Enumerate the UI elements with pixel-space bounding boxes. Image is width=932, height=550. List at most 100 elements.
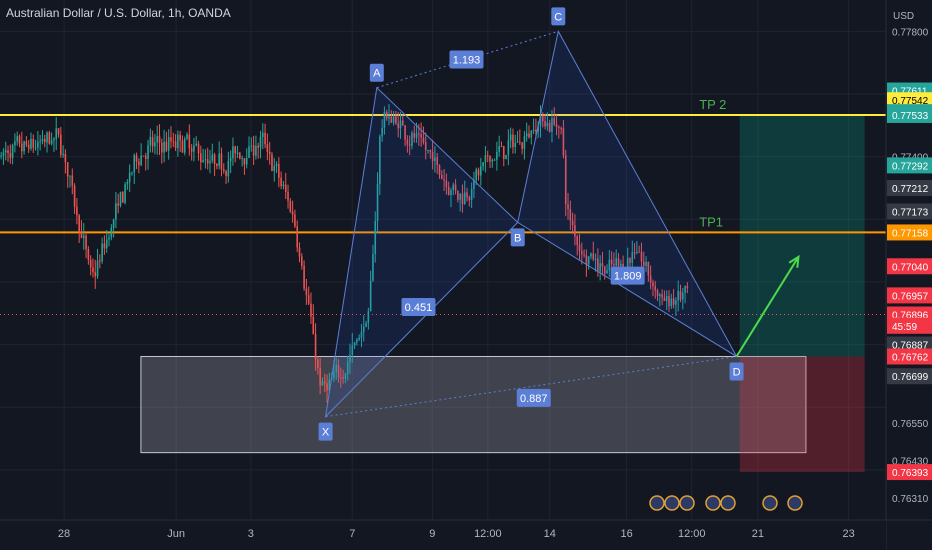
candle-body	[257, 145, 259, 148]
candle-body	[232, 146, 234, 159]
candle-body	[172, 141, 175, 143]
candle-body	[206, 159, 209, 164]
time-axis[interactable]: 28 Jun 3 7 9 12:00 14 16 12:00 21 23	[0, 519, 932, 550]
pattern-zones	[140, 114, 865, 473]
candle-body	[7, 150, 9, 154]
candle-body	[502, 146, 505, 159]
candle-body	[259, 136, 262, 148]
time-tick-label: 9	[429, 528, 435, 540]
time-tick-label: 16	[620, 528, 632, 540]
price-label-text: 0.76957	[892, 291, 929, 302]
time-tick-label: 12:00	[678, 528, 706, 540]
candle-body	[480, 166, 482, 176]
time-tick-label: 28	[58, 528, 70, 540]
candle-body	[18, 136, 21, 144]
price-label-text: 45:59	[892, 322, 917, 333]
chart-title: Australian Dollar / U.S. Dollar, 1h, OAN…	[6, 6, 231, 20]
candle-body	[80, 231, 83, 238]
candle-body	[234, 146, 237, 154]
candle-body	[314, 334, 317, 360]
price-label-text: 0.77533	[892, 111, 929, 122]
candle-body	[160, 142, 163, 153]
candle-body	[264, 132, 266, 145]
candle-body	[30, 138, 32, 149]
candle-body	[144, 155, 147, 159]
candle-body	[55, 128, 58, 139]
candle-body	[282, 184, 285, 187]
candle-body	[236, 152, 239, 154]
price-label-text: 0.77212	[892, 184, 929, 195]
candle-body	[149, 136, 152, 146]
currency-label: USD	[893, 11, 915, 22]
level-label: TP 2	[699, 97, 726, 112]
candle-body	[34, 147, 37, 149]
candle-body	[94, 272, 97, 277]
candle-body	[46, 132, 48, 143]
candle-body	[287, 191, 289, 201]
candle-body	[76, 206, 78, 216]
candle-body	[57, 128, 60, 135]
candle-body	[271, 154, 273, 171]
pattern-point-label: B	[514, 232, 521, 244]
candle-body	[48, 132, 51, 144]
candle-body	[300, 256, 303, 266]
candle-body	[525, 133, 528, 137]
candle-body	[193, 145, 195, 152]
candle-body	[188, 134, 191, 149]
candle-body	[266, 144, 269, 152]
price-tick-label: 0.77800	[892, 27, 929, 38]
candle-body	[103, 243, 106, 249]
pattern-point-label: C	[554, 11, 562, 23]
candle-body	[280, 177, 282, 187]
candle-body	[496, 151, 498, 160]
flag-icon	[705, 495, 721, 511]
candle-body	[43, 138, 46, 143]
candle-body	[142, 155, 145, 157]
price-label-text: 0.76393	[892, 468, 929, 479]
candle-body	[482, 162, 484, 167]
candle-body	[110, 227, 113, 238]
candle-body	[291, 211, 294, 215]
candle-body	[27, 144, 30, 149]
candle-body	[92, 267, 94, 273]
ratio-label: 0.451	[405, 302, 433, 314]
candle-body	[197, 143, 200, 154]
candle-body	[124, 184, 126, 203]
candle-body	[250, 145, 253, 147]
candle-body	[87, 249, 90, 260]
candle-body	[85, 235, 87, 250]
candle-body	[229, 158, 232, 161]
price-axis[interactable]: 0.778000.774000.765500.764300.763100.776…	[885, 0, 932, 550]
candle-body	[255, 145, 257, 156]
candle-body	[117, 203, 119, 206]
time-tick-label: 23	[843, 528, 855, 540]
candle-body	[241, 158, 243, 160]
candle-body	[16, 136, 19, 142]
candle-body	[204, 159, 207, 161]
candle-body	[222, 169, 225, 171]
candle-body	[498, 146, 500, 152]
audusd-candlestick-chart[interactable]: TP 2 TP1 X A B C D 1.193 0.451 1.809 0.887 0.7780…	[0, 0, 932, 550]
candle-body	[532, 129, 535, 131]
candle-body	[530, 130, 533, 138]
candle-body	[493, 159, 496, 161]
candle-body	[296, 226, 299, 248]
pattern-point-label: D	[733, 366, 741, 378]
candle-body	[310, 303, 312, 317]
candle-body	[275, 163, 278, 166]
candle-body	[82, 235, 85, 238]
candle-body	[209, 160, 211, 164]
price-tick-label: 0.76310	[892, 494, 929, 505]
candle-body	[140, 155, 142, 166]
price-label-text: 0.77173	[892, 207, 929, 218]
pattern-point-label: X	[322, 427, 330, 439]
candle-body	[0, 155, 2, 157]
candle-body	[307, 295, 310, 304]
candle-body	[73, 185, 76, 207]
candle-body	[177, 134, 179, 149]
candle-body	[105, 239, 108, 249]
candle-body	[486, 155, 489, 157]
candle-body	[213, 154, 216, 164]
candle-body	[37, 141, 39, 148]
candle-body	[220, 153, 223, 170]
